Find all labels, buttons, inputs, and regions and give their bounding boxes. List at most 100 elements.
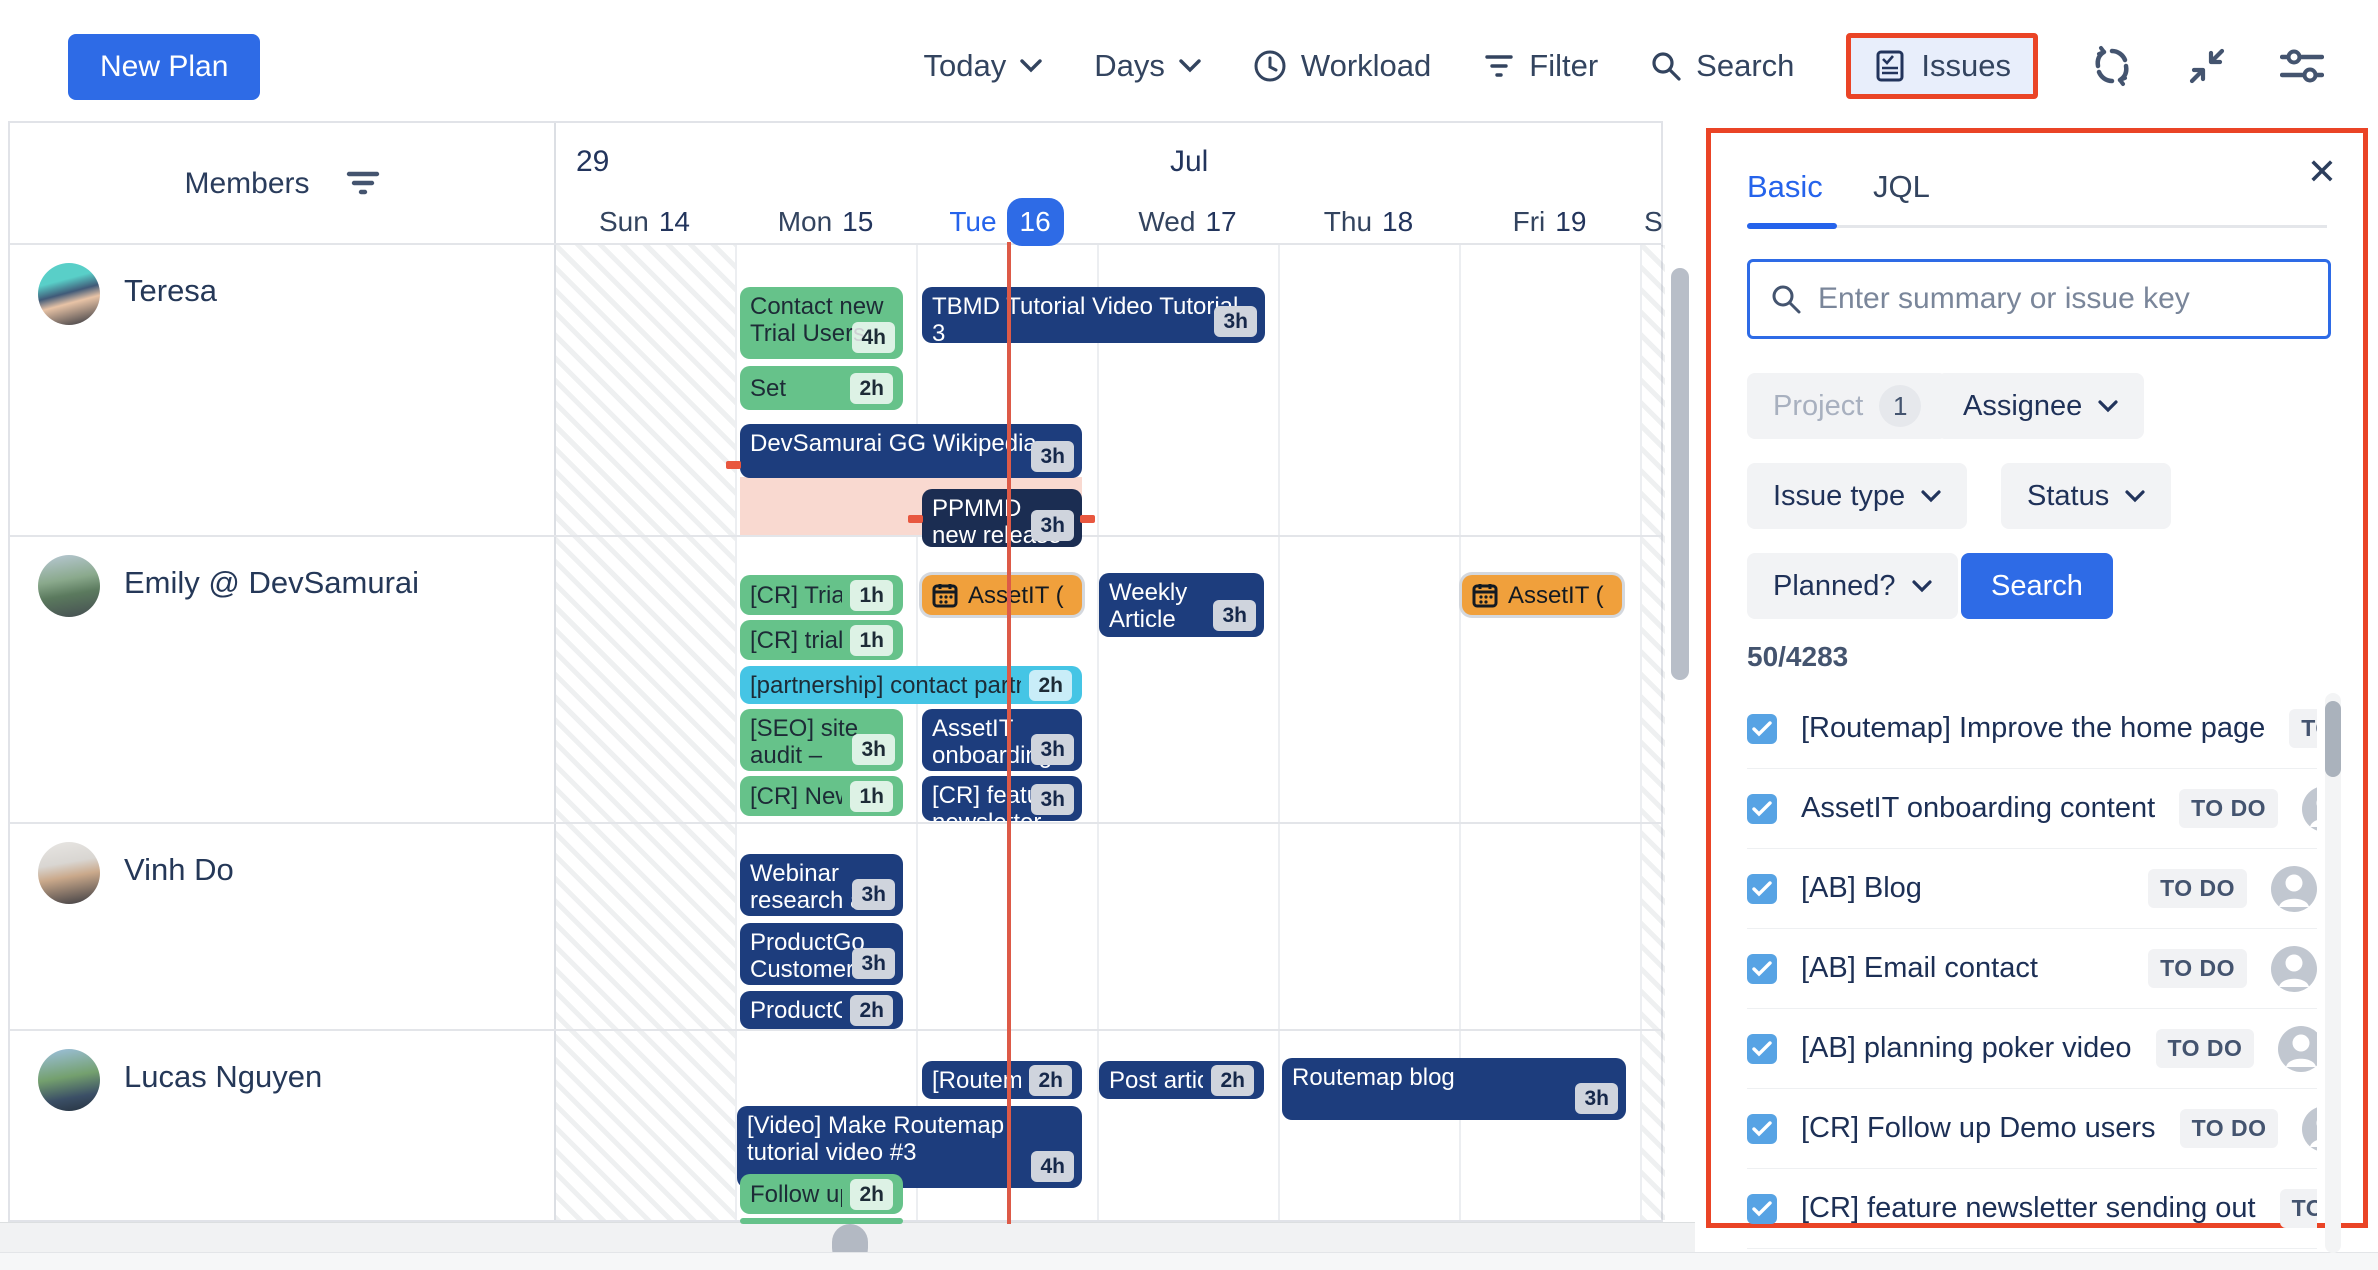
checkbox-checked[interactable] [1747,954,1777,984]
calendar-icon [1472,582,1498,608]
day-header-fri[interactable]: Fri 19 [1459,197,1640,247]
planned-filter-label: Planned? [1773,570,1896,603]
workload-button[interactable]: Workload [1253,48,1431,84]
issue-row[interactable]: [AB] planning poker video TO DO [1747,1009,2317,1089]
issue-title: [AB] Blog [1801,872,1922,905]
issue-type-filter-label: Issue type [1773,480,1905,513]
issues-annotation-box: Issues [1846,33,2038,99]
task-bar-calendar[interactable]: AssetIT ( [1462,575,1622,615]
issue-row[interactable]: [Routemap] Improve the home page TO DO [1747,689,2317,769]
task-bar[interactable]: [Routemap] 2h [922,1061,1082,1099]
task-bar[interactable]: Contact new Trial Users 4h [740,287,903,359]
issue-row[interactable]: AssetIT onboarding content TO DO [1747,769,2317,849]
member-row-lucas[interactable]: Lucas Nguyen [10,1031,554,1224]
task-bar[interactable]: Routemap blog 3h [1282,1058,1626,1120]
issue-search-box[interactable] [1747,259,2331,339]
issue-row[interactable]: [AB] Blog TO DO [1747,849,2317,929]
issue-search-input[interactable] [1818,282,2278,316]
timeline-vertical-scrollbar[interactable] [1671,268,1689,680]
status-filter-chip[interactable]: Status [2001,463,2171,529]
today-button[interactable]: Today [924,48,1043,84]
task-bar[interactable]: DevSamurai GG Wikipedia 3h [740,424,1082,478]
task-bar[interactable]: AssetIT onboarding 3h [922,709,1082,771]
panel-search-button[interactable]: Search [1961,553,2113,619]
task-bar-clipped[interactable] [740,1218,903,1224]
task-bar[interactable]: Weekly Article 3h [1099,573,1264,637]
panel-scrollbar-track[interactable] [2325,693,2341,1253]
task-hours: 2h [1029,670,1072,701]
filter-button[interactable]: Filter [1483,48,1598,84]
day-header-sun[interactable]: Sun 14 [554,197,735,247]
issue-row[interactable]: [CR] Follow up Demo users TO DO [1747,1089,2317,1169]
timeline-horizontal-scrollbar-track[interactable] [0,1222,1695,1252]
task-bar[interactable]: Follow up 2h [740,1174,903,1214]
panel-scrollbar-thumb[interactable] [2325,701,2341,777]
sync-icon[interactable] [2090,44,2134,88]
issue-title: [AB] planning poker video [1801,1032,2132,1065]
member-row-emily[interactable]: Emily @ DevSamurai [10,537,554,822]
day-header-mon[interactable]: Mon 15 [735,197,916,247]
day-header-thu[interactable]: Thu 18 [1278,197,1459,247]
member-row-teresa[interactable]: Teresa [10,245,554,535]
checkbox-checked[interactable] [1747,874,1777,904]
task-bar[interactable]: [CR] Trial 1h [740,575,903,615]
day-header-sat-clipped[interactable]: S [1640,197,1680,247]
today-marker-line [1007,242,1011,1224]
project-count-badge: 1 [1879,385,1921,427]
task-bar[interactable]: Post article 2h [1099,1061,1264,1099]
weekend-hatch-sunday [554,245,735,1220]
person-icon [2302,1106,2317,1152]
day-number: 19 [1555,206,1586,238]
task-bar[interactable]: PPMMD new release 3h [922,489,1082,547]
checkbox-checked[interactable] [1747,1194,1777,1224]
checkbox-checked[interactable] [1747,1114,1777,1144]
tab-jql[interactable]: JQL [1873,169,1930,205]
day-header-wed[interactable]: Wed 17 [1097,197,1278,247]
search-button[interactable]: Search [1650,48,1794,84]
member-name: Teresa [124,273,217,309]
settings-sliders-icon[interactable] [2280,48,2324,84]
day-number: 15 [842,206,873,238]
issue-count: 50/4283 [1747,641,1848,673]
close-icon[interactable]: ✕ [2307,151,2337,193]
task-bar[interactable]: [CR] New 1h [740,776,903,816]
day-divider [735,245,737,1220]
checkbox-checked[interactable] [1747,1034,1777,1064]
tab-basic[interactable]: Basic [1747,169,1823,205]
member-row-vinh[interactable]: Vinh Do [10,824,554,1029]
project-filter-chip[interactable]: Project 1 [1747,373,1947,439]
status-badge: TO DO [2148,869,2247,908]
task-bar[interactable]: [CR] trial 1h [740,620,903,660]
timeline-grid: Members 29 Jul Sun 14 Mon 15 Tue 16 Wed … [8,121,1663,1222]
issue-type-filter-chip[interactable]: Issue type [1747,463,1967,529]
issues-button[interactable]: Issues [1851,38,2033,94]
member-name: Lucas Nguyen [124,1059,322,1095]
checkbox-checked[interactable] [1747,794,1777,824]
person-icon [2271,866,2317,912]
planned-filter-chip[interactable]: Planned? [1747,553,1958,619]
task-bar[interactable]: [CR] feature newsletter 3h [922,776,1082,821]
collapse-icon[interactable] [2186,45,2228,87]
task-bar[interactable]: ProductGo Customer 3h [740,923,903,985]
day-name: Wed [1138,206,1195,238]
task-bar[interactable]: [partnership] contact partner 2h [740,666,1082,704]
issue-row[interactable]: [AB] Email contact TO DO [1747,929,2317,1009]
person-icon [2271,946,2317,992]
days-scale-button[interactable]: Days [1094,48,1201,84]
assignee-filter-chip[interactable]: Assignee [1937,373,2144,439]
task-bar[interactable]: Webinar research and 3h [740,854,903,916]
task-hours: 4h [1031,1151,1074,1182]
issue-row[interactable]: [CR] feature newsletter sending out TO D… [1747,1169,2317,1249]
task-bar[interactable]: [SEO] site audit – 3h [740,709,903,771]
new-plan-button[interactable]: New Plan [68,34,260,100]
member-filter-icon[interactable] [346,169,380,199]
status-badge: TO DO [2156,1029,2255,1068]
checkbox-checked[interactable] [1747,714,1777,744]
members-header: Members [10,123,554,245]
task-bar[interactable]: Set 2h [740,366,903,410]
task-bar[interactable]: TBMD Tutorial Video Tutorial 3 3h [922,287,1265,343]
day-header-tue-today[interactable]: Tue 16 [916,197,1097,247]
task-hours: 3h [1214,306,1257,337]
task-bar[interactable]: ProductGo 2h [740,991,903,1029]
task-bar-calendar[interactable]: AssetIT ( [922,575,1082,615]
